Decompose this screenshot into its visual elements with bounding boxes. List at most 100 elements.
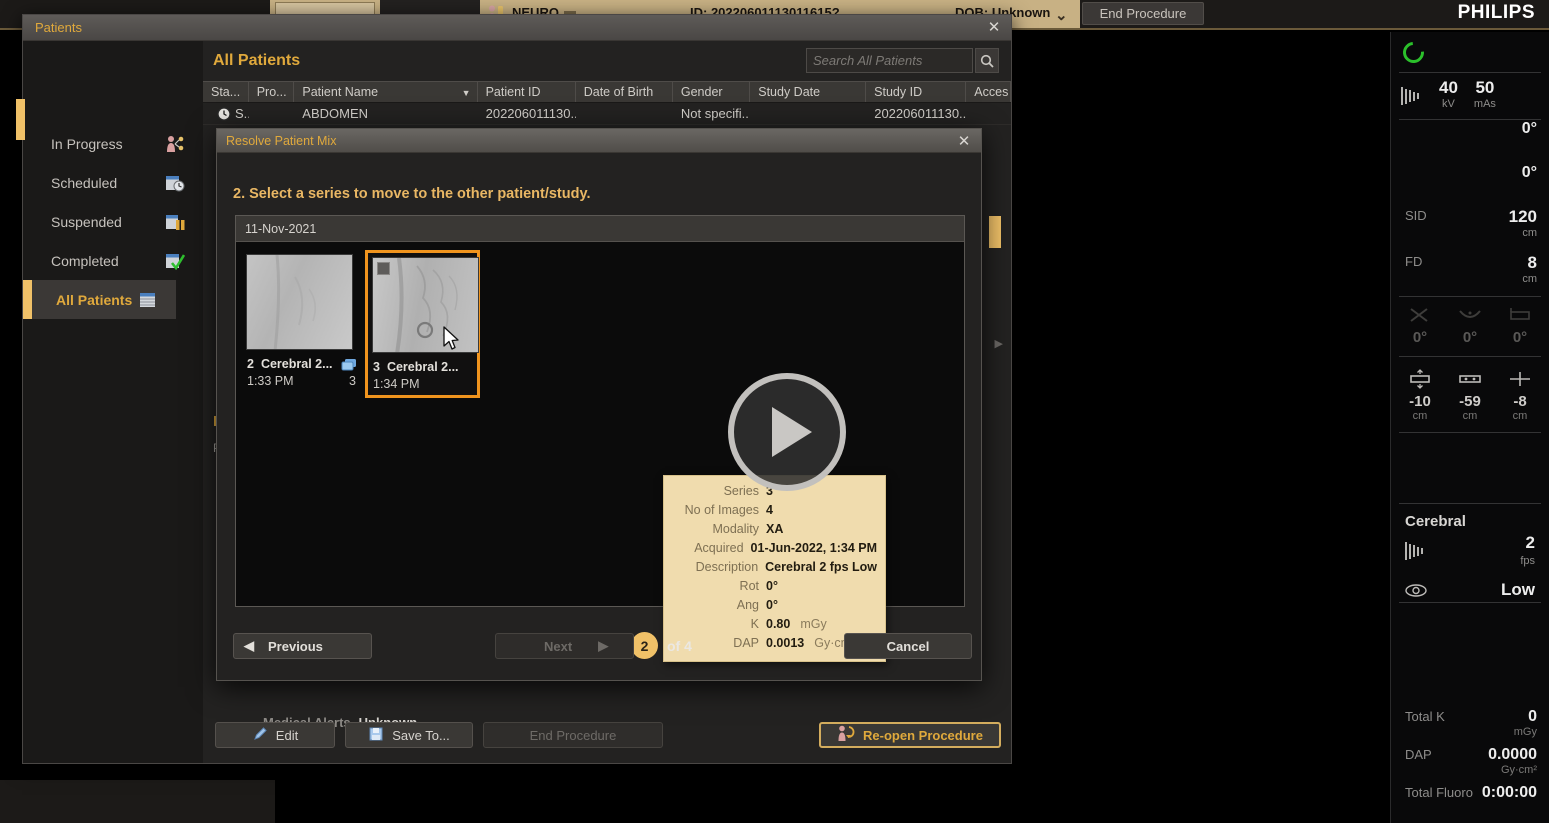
tooltip-key: Series: [723, 484, 759, 498]
series-time-row: 1:34 PM: [372, 374, 473, 391]
patient-in-progress-icon: [165, 135, 185, 153]
series-preview-image: [372, 257, 479, 353]
close-icon[interactable]: ✕: [955, 132, 973, 150]
cancel-button[interactable]: Cancel: [844, 633, 972, 659]
column-header-accession[interactable]: Acces: [966, 82, 1011, 102]
series-thumbnail-row: 2 Cerebral 2... 1:33 PM 3 3 Cerebral 2..…: [236, 242, 964, 398]
sid-unit: cm: [1522, 227, 1537, 239]
play-triangle: [772, 407, 812, 457]
table-position-group: -10 cm -59 cm -8 cm: [1391, 357, 1549, 432]
chevron-double-down-icon[interactable]: ⌄: [1055, 6, 1068, 24]
resolve-dialog-titlebar[interactable]: Resolve Patient Mix ✕: [217, 129, 981, 153]
protocol-title: Cerebral: [1405, 513, 1466, 530]
series-thumbnail-2[interactable]: 2 Cerebral 2... 1:33 PM 3: [246, 254, 361, 398]
series-time: 1:34 PM: [373, 377, 420, 391]
row-patient-name: ABDOMEN: [302, 106, 369, 121]
resolve-dialog-footer: ◀ Previous Step 2 of 4 Next ▶ Cancel: [217, 618, 981, 680]
tooltip-row: Acquired 01-Jun-2022, 1:34 PM: [668, 539, 877, 558]
resolve-dialog-instruction: 2. Select a series to move to the other …: [233, 186, 591, 202]
sidebar-item-all-patients[interactable]: All Patients: [23, 280, 176, 319]
table-row[interactable]: S... ABDOMEN 202206011130... Not specifi…: [203, 103, 1011, 125]
sort-desc-caret-icon: ▼: [461, 88, 471, 98]
table-height-unit: cm: [1412, 410, 1428, 422]
system-ready-indicator: [1391, 32, 1549, 72]
search-icon[interactable]: [975, 48, 999, 73]
angulation-primary: 0°: [1391, 120, 1549, 164]
series-thumbnail-3[interactable]: 3 Cerebral 2... 1:34 PM: [365, 250, 480, 398]
bg-end-procedure-button[interactable]: End Procedure: [1082, 2, 1204, 25]
series-label-row: 2 Cerebral 2...: [246, 350, 361, 371]
column-header-study-date[interactable]: Study Date: [750, 82, 867, 102]
sidebar-item-completed[interactable]: Completed: [23, 241, 203, 280]
patients-table-header: Sta... Pro... Patient Name ▼ Patient ID …: [203, 81, 1011, 103]
column-header-dob[interactable]: Date of Birth: [576, 82, 673, 102]
tooltip-key: Acquired: [694, 541, 744, 555]
total-fluoro-value: 0:00:00: [1481, 784, 1537, 801]
background-bottom-panel: [0, 780, 275, 823]
column-header-status[interactable]: Sta...: [203, 82, 249, 102]
tooltip-value: 0°: [766, 579, 778, 593]
edit-label: Edit: [275, 727, 299, 743]
search-input[interactable]: Search All Patients: [806, 48, 973, 73]
fd-unit: cm: [1522, 273, 1537, 285]
column-header-gender[interactable]: Gender: [673, 82, 751, 102]
step-indicator: 2: [631, 632, 658, 659]
search-placeholder: Search All Patients: [813, 53, 923, 68]
patients-window-titlebar[interactable]: Patients ✕: [23, 15, 1011, 41]
tooltip-key: Description: [695, 560, 759, 574]
tooltip-key: Modality: [712, 522, 759, 536]
sidebar-item-label: Scheduled: [51, 174, 118, 191]
reopen-procedure-button[interactable]: Re-open Procedure: [819, 722, 1001, 748]
sidebar-item-scheduled[interactable]: Scheduled: [23, 163, 203, 202]
sid-label: SID: [1405, 208, 1427, 223]
sidebar-item-suspended[interactable]: Suspended: [23, 202, 203, 241]
save-to-button[interactable]: Save To...: [345, 722, 473, 748]
sid-value: 120: [1508, 207, 1537, 226]
sidebar-item-label: Suspended: [51, 213, 122, 230]
sidebar-item-label: In Progress: [51, 135, 123, 152]
series-time-row: 1:33 PM 3: [246, 371, 361, 388]
series-number: 3: [373, 360, 380, 374]
page-title: All Patients: [213, 52, 301, 69]
series-label-row: 3 Cerebral 2...: [372, 353, 473, 374]
column-header-patient-id[interactable]: Patient ID: [478, 82, 576, 102]
previous-button[interactable]: ◀ Previous: [233, 633, 372, 659]
tooltip-key: No of Images: [684, 503, 759, 517]
protocol-fps-row: 2 fps: [1391, 533, 1549, 568]
series-description: Cerebral 2...: [386, 360, 459, 374]
total-k-unit: mGy: [1513, 725, 1537, 738]
next-label: Next: [544, 638, 573, 654]
row-accent-marker: [989, 216, 1001, 248]
xray-beam-icon: [1401, 87, 1423, 105]
scroll-right-icon[interactable]: ▶: [995, 337, 1003, 350]
tooltip-row: No of Images 4: [668, 501, 877, 520]
row-status: S...: [235, 106, 249, 121]
series-preview-image: [246, 254, 353, 350]
dap-readout: DAP 0.0000 Gy·cm²: [1391, 743, 1549, 781]
save-to-label: Save To...: [392, 727, 450, 743]
sidebar-item-in-progress[interactable]: In Progress: [23, 124, 203, 163]
total-k-label: Total K: [1405, 709, 1445, 724]
play-circle-icon[interactable]: [728, 373, 846, 491]
step-total-label: of 4: [667, 638, 692, 654]
close-icon[interactable]: ✕: [985, 18, 1003, 36]
tooltip-row: Modality XA: [668, 520, 877, 539]
table-cradle-readout: 0°: [1446, 305, 1494, 346]
sidebar-item-label: All Patients: [56, 291, 133, 308]
table-lat-unit: cm: [1512, 410, 1528, 422]
dap-label: DAP: [1405, 747, 1432, 762]
series-date-header: 11-Nov-2021: [236, 216, 964, 242]
column-header-patient-name[interactable]: Patient Name ▼: [294, 82, 478, 102]
triangle-left-icon: ◀: [244, 638, 254, 653]
tooltip-value: 01-Jun-2022, 1:34 PM: [750, 541, 877, 555]
column-header-study-id[interactable]: Study ID: [866, 82, 967, 102]
column-header-protocol[interactable]: Pro...: [249, 82, 295, 102]
end-procedure-label: End Procedure: [529, 727, 617, 743]
table-lat-icon: [1496, 369, 1544, 389]
dap-value: 0.0000: [1488, 746, 1537, 763]
edit-button[interactable]: Edit: [215, 722, 335, 748]
table-lat-value: -8: [1513, 393, 1527, 410]
system-status-panel: 40 kV 50 mAs 0° 0° SID 120 cm FD 8 cm 0°…: [1390, 32, 1549, 823]
table-tilt-value: 0°: [1512, 329, 1528, 346]
table-pivot-readout: 0°: [1396, 305, 1444, 346]
